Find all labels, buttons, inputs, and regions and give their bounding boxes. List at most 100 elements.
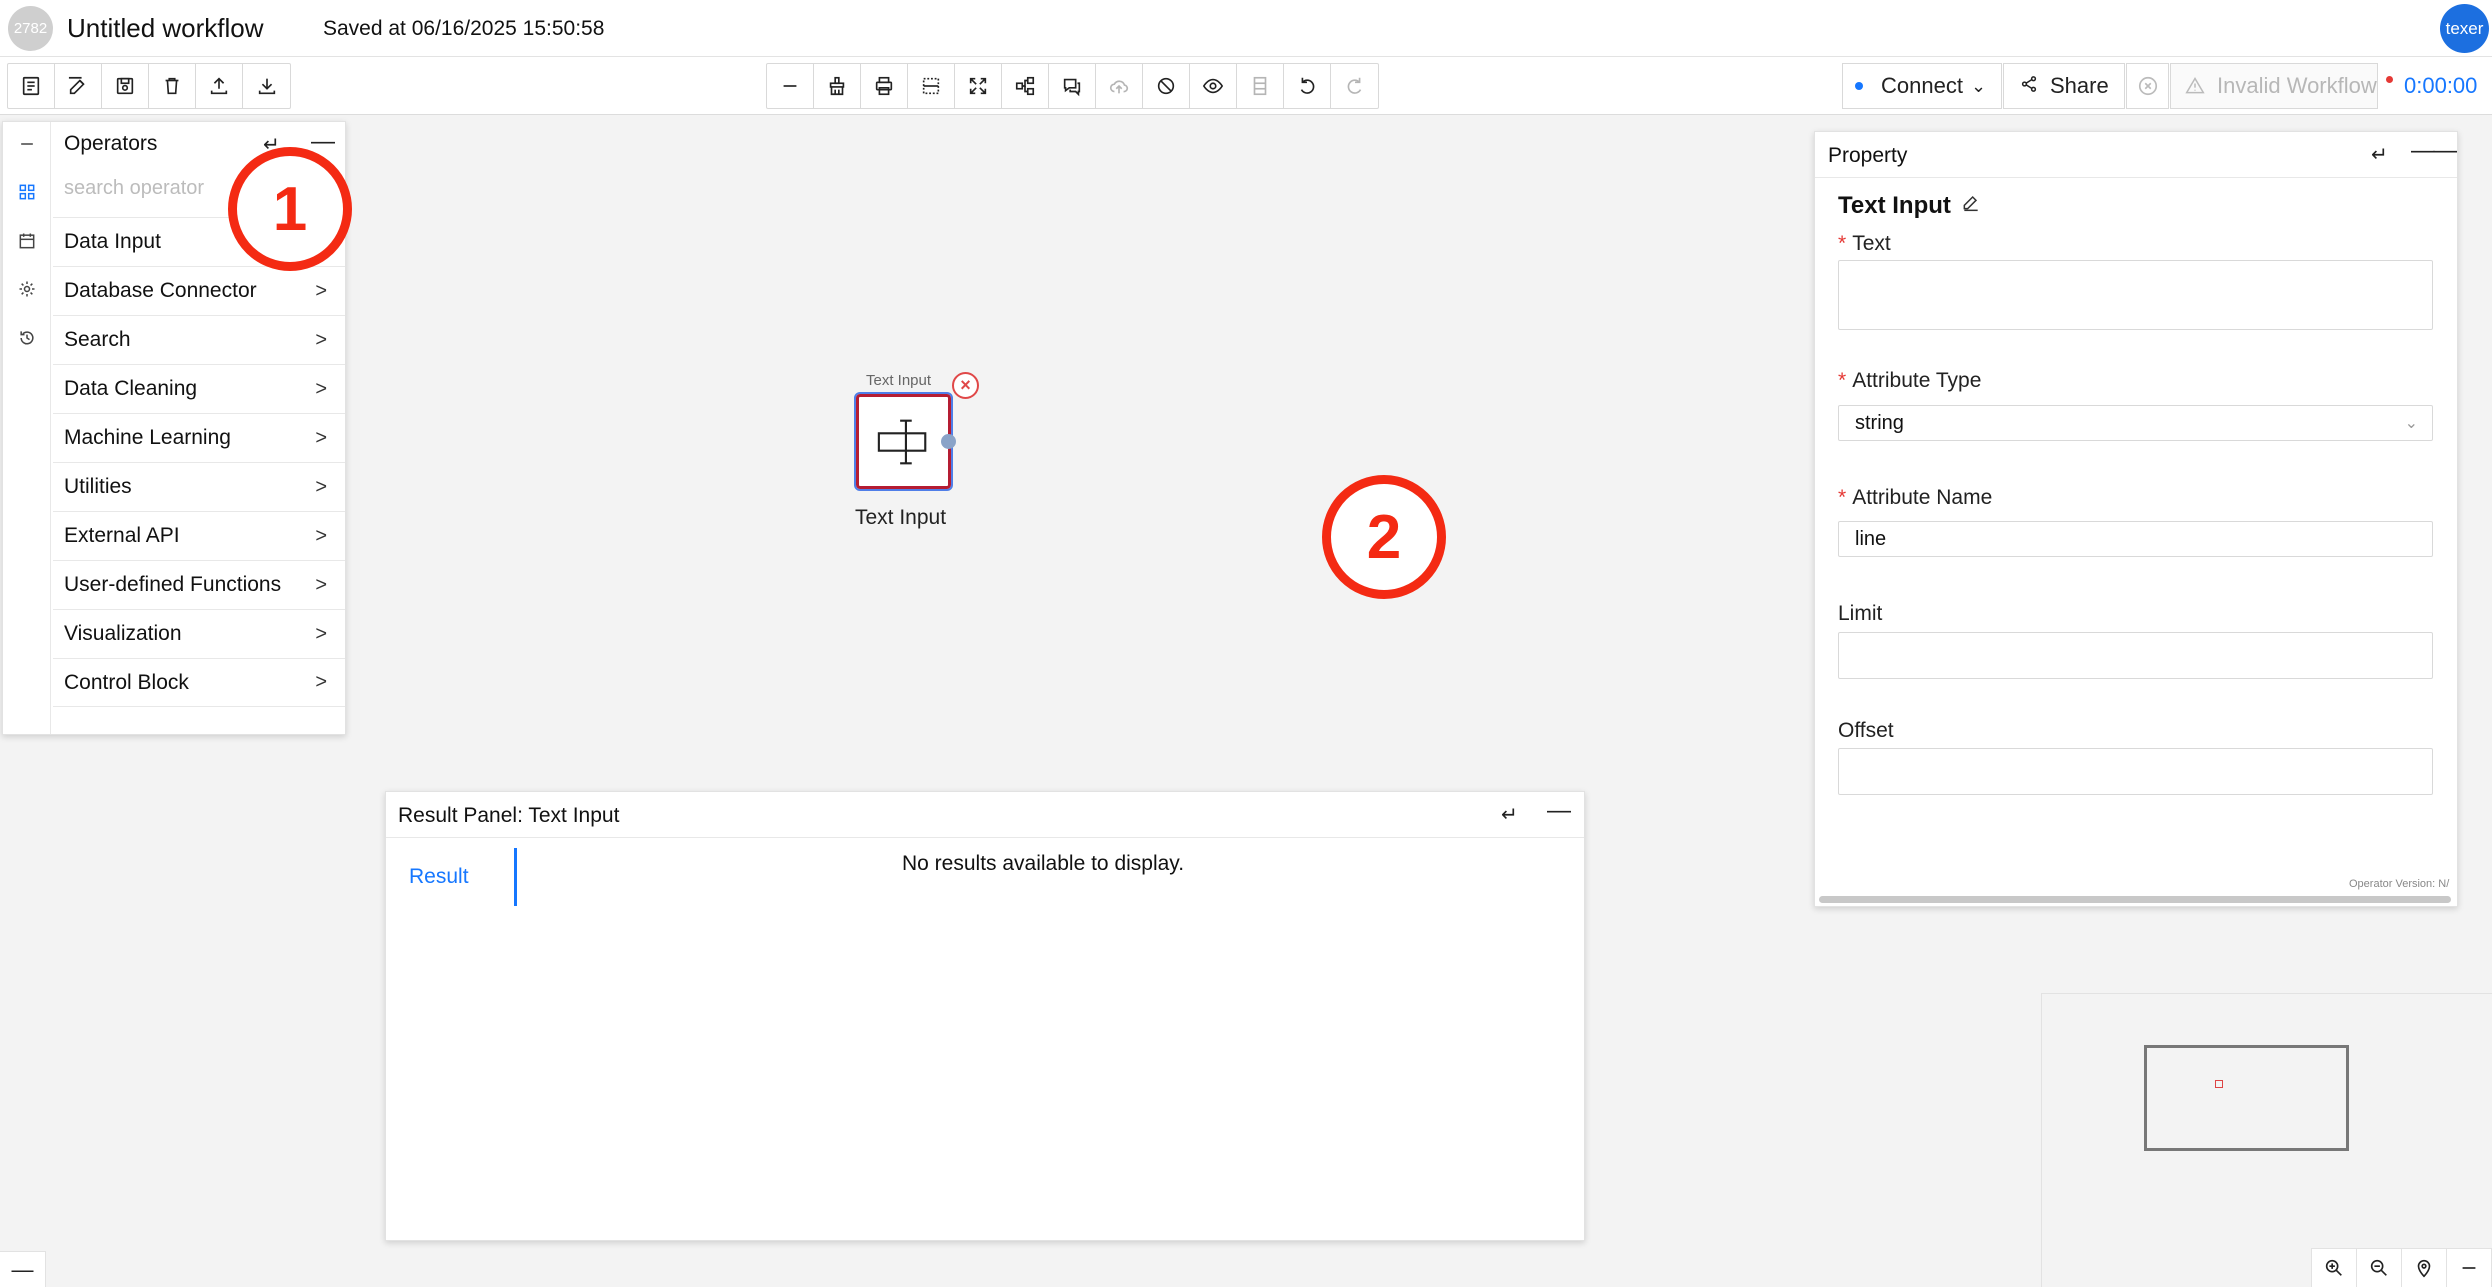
- offset-input[interactable]: [1838, 748, 2433, 795]
- property-title: Property: [1828, 144, 1908, 167]
- operator-category-list: Data Input> Database Connector> Search> …: [53, 217, 345, 707]
- limit-label: Limit: [1838, 602, 1883, 625]
- limit-input[interactable]: [1838, 632, 2433, 679]
- minimize-minimap-icon[interactable]: [2447, 1249, 2492, 1287]
- category-database-connector[interactable]: Database Connector >: [53, 266, 345, 315]
- fullscreen-icon[interactable]: [955, 64, 1002, 108]
- cache-icon[interactable]: [1237, 64, 1284, 108]
- invalid-workflow-label: Invalid Workflow: [2217, 73, 2377, 98]
- category-search[interactable]: Search >: [53, 315, 345, 364]
- category-data-cleaning[interactable]: Data Cleaning >: [53, 364, 345, 413]
- top-bar: 2782 Untitled workflow Saved at 06/16/20…: [0, 0, 2492, 57]
- auto-layout-icon[interactable]: [1002, 64, 1049, 108]
- minimap-viewport[interactable]: [2144, 1045, 2349, 1151]
- grid-icon[interactable]: [908, 64, 955, 108]
- category-label: Utilities: [64, 475, 132, 498]
- undo-icon[interactable]: [1284, 64, 1331, 108]
- edit-icon[interactable]: [55, 64, 102, 108]
- output-port[interactable]: [941, 434, 956, 449]
- tab-result[interactable]: Result: [409, 865, 469, 889]
- save-icon[interactable]: [102, 64, 149, 108]
- calendar-icon[interactable]: [15, 229, 39, 253]
- category-label: Control Block: [64, 670, 189, 694]
- operators-grid-icon[interactable]: [15, 180, 39, 204]
- zoom-out-icon[interactable]: [2357, 1249, 2402, 1287]
- category-label: Data Cleaning: [64, 377, 198, 400]
- text-cursor-icon: [877, 419, 926, 464]
- cloud-upload-icon[interactable]: [1096, 64, 1143, 108]
- workflow-id-badge: 2782: [8, 6, 53, 51]
- dock-icon[interactable]: ↵: [1501, 802, 1518, 827]
- category-utilities[interactable]: Utilities >: [53, 462, 345, 511]
- zoom-out-line-icon[interactable]: [767, 64, 814, 108]
- clear-icon[interactable]: [814, 64, 861, 108]
- category-control-block[interactable]: Control Block >: [53, 658, 345, 707]
- user-avatar[interactable]: texer: [2440, 4, 2489, 53]
- property-panel: Property ↵ — — Text Input * Text * Attribu…: [1814, 131, 2458, 907]
- attribute-type-label: * Attribute Type: [1838, 369, 1982, 392]
- settings-icon[interactable]: [15, 277, 39, 301]
- comment-icon[interactable]: [1049, 64, 1096, 108]
- category-external-api[interactable]: External API >: [53, 511, 345, 560]
- active-tab-indicator: [514, 848, 517, 906]
- timer-status-dot: [2386, 76, 2393, 83]
- upload-icon[interactable]: [196, 64, 243, 108]
- chevron-right-icon: >: [315, 622, 327, 645]
- attribute-name-input[interactable]: line: [1838, 521, 2433, 557]
- toolbar: Connect ⌄ Share Invalid Workflow: [0, 57, 2492, 115]
- kill-execution-button[interactable]: [2126, 63, 2169, 109]
- share-button[interactable]: Share: [2003, 63, 2125, 109]
- category-visualization[interactable]: Visualization >: [53, 609, 345, 658]
- category-label: Machine Learning: [64, 426, 231, 449]
- history-icon[interactable]: [15, 326, 39, 350]
- result-panel-header: Result Panel: Text Input ↵ —: [386, 792, 1584, 838]
- operator-version: Operator Version: N/: [2349, 878, 2450, 890]
- delete-icon[interactable]: [149, 64, 196, 108]
- view-result-icon[interactable]: [1190, 64, 1237, 108]
- print-icon[interactable]: [861, 64, 908, 108]
- attribute-name-label: * Attribute Name: [1838, 486, 1993, 509]
- chevron-right-icon: >: [315, 377, 327, 400]
- minimize-icon[interactable]: —: [0, 1251, 46, 1287]
- chevron-right-icon: >: [315, 475, 327, 498]
- collapse-sidebar-icon[interactable]: [15, 132, 39, 156]
- dock-icon[interactable]: ↵: [2371, 142, 2388, 167]
- zoom-in-icon[interactable]: [2312, 1249, 2357, 1287]
- minimize-icon[interactable]: —: [1547, 797, 1571, 825]
- minimap[interactable]: [2041, 993, 2492, 1287]
- annotation-marker-1: 1: [228, 147, 352, 271]
- operator-node-label: Text Input: [866, 372, 932, 389]
- property-panel-header: Property ↵ — —: [1815, 132, 2457, 178]
- edit-name-icon[interactable]: [1961, 192, 1983, 214]
- text-input-operator-node[interactable]: [854, 392, 953, 491]
- category-label: Database Connector: [64, 279, 257, 302]
- attribute-type-select[interactable]: string ⌄: [1838, 405, 2433, 441]
- minimap-node: [2215, 1080, 2223, 1088]
- delete-node-icon[interactable]: ×: [952, 372, 979, 399]
- horizontal-scrollbar[interactable]: [1819, 896, 2451, 903]
- connect-label: Connect: [1881, 73, 1963, 98]
- chevron-right-icon: >: [315, 328, 327, 351]
- workflow-title[interactable]: Untitled workflow: [67, 13, 264, 44]
- locate-icon[interactable]: [2402, 1249, 2447, 1287]
- offset-label: Offset: [1838, 719, 1894, 742]
- share-label: Share: [2050, 73, 2109, 98]
- chevron-down-icon: ⌄: [1970, 75, 1987, 96]
- redo-icon[interactable]: [1331, 64, 1378, 108]
- category-machine-learning[interactable]: Machine Learning >: [53, 413, 345, 462]
- list-icon[interactable]: [8, 64, 55, 108]
- saved-status: Saved at 06/16/2025 15:50:58: [323, 17, 605, 40]
- category-user-defined-functions[interactable]: User-defined Functions >: [53, 560, 345, 609]
- connect-button[interactable]: Connect ⌄: [1842, 63, 2002, 109]
- category-label: Data Input: [64, 230, 161, 253]
- text-textarea[interactable]: [1838, 260, 2433, 330]
- file-tools: [7, 63, 291, 109]
- run-workflow-button[interactable]: Invalid Workflow: [2170, 63, 2378, 109]
- disable-icon[interactable]: [1143, 64, 1190, 108]
- download-icon[interactable]: [243, 64, 290, 108]
- category-label: User-defined Functions: [64, 573, 282, 596]
- chevron-right-icon: >: [315, 279, 327, 302]
- collapse-icon[interactable]: —: [2433, 137, 2457, 165]
- annotation-marker-2: 2: [1322, 475, 1446, 599]
- minimize-icon[interactable]: —: [2411, 137, 2435, 165]
